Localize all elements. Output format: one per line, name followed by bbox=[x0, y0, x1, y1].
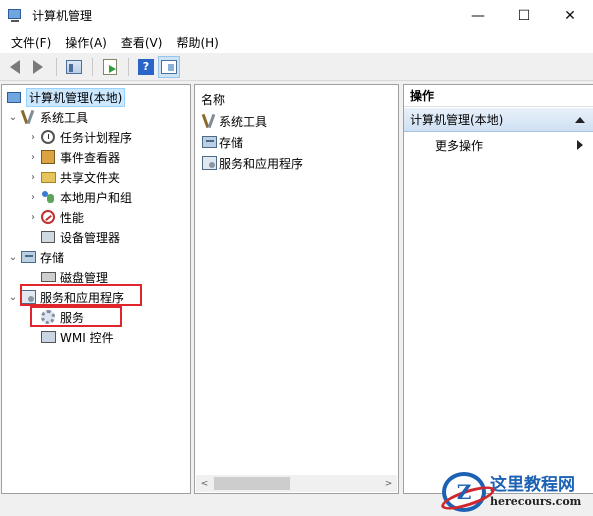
scroll-left-button[interactable]: < bbox=[196, 479, 213, 489]
list-item[interactable]: 服务和应用程序 bbox=[201, 153, 303, 173]
disk-icon bbox=[40, 269, 56, 285]
highlight-box-services-apps bbox=[20, 284, 142, 306]
watermark-url: herecours.com bbox=[490, 495, 582, 508]
tree-root-label: 计算机管理(本地) bbox=[26, 87, 126, 107]
export-icon bbox=[103, 58, 117, 75]
menu-bar: 文件(F) 操作(A) 查看(V) 帮助(H) bbox=[0, 31, 593, 53]
actions-section-label: 计算机管理(本地) bbox=[410, 113, 504, 127]
folder-icon bbox=[40, 169, 56, 185]
console-tree-pane[interactable]: 计算机管理(本地) ⌄ 系统工具 › 任务计划程序 › 事件查看器 › 共享文件… bbox=[1, 84, 191, 494]
tree-item-label: 系统工具 bbox=[40, 110, 89, 125]
tree-item-label: 共享文件夹 bbox=[60, 170, 121, 185]
horizontal-scrollbar[interactable]: < > bbox=[196, 475, 397, 492]
expand-chevron-icon[interactable]: › bbox=[26, 192, 40, 203]
tree-item-system-tools[interactable]: ⌄ 系统工具 bbox=[6, 107, 88, 127]
show-action-pane-button[interactable] bbox=[158, 55, 180, 78]
tree-item-device-manager[interactable]: 设备管理器 bbox=[26, 227, 120, 247]
list-item-label: 系统工具 bbox=[219, 114, 268, 129]
collapse-chevron-icon[interactable]: ⌄ bbox=[6, 252, 20, 263]
submenu-arrow-icon[interactable] bbox=[577, 140, 583, 150]
minimize-button[interactable]: — bbox=[455, 0, 501, 31]
tree-item-task-scheduler[interactable]: › 任务计划程序 bbox=[26, 127, 132, 147]
watermark: Z 这里教程网 herecours.com bbox=[442, 470, 592, 514]
content-list-pane[interactable]: 名称 系统工具 存储 服务和应用程序 < > bbox=[194, 84, 399, 494]
device-icon bbox=[40, 229, 56, 245]
expand-chevron-icon[interactable]: › bbox=[26, 212, 40, 223]
list-item[interactable]: 系统工具 bbox=[201, 111, 267, 131]
collapse-chevron-icon[interactable]: ⌄ bbox=[6, 112, 20, 123]
close-button[interactable]: ✕ bbox=[547, 0, 593, 31]
maximize-button[interactable]: ☐ bbox=[501, 0, 547, 31]
storage-icon bbox=[201, 134, 217, 150]
help-button[interactable]: ? bbox=[135, 56, 157, 78]
toolbar-separator bbox=[56, 57, 57, 76]
list-item[interactable]: 存储 bbox=[201, 132, 243, 152]
tree-item-label: 磁盘管理 bbox=[60, 270, 109, 285]
watermark-logo: Z bbox=[442, 472, 486, 512]
list-item-label: 服务和应用程序 bbox=[219, 156, 304, 171]
wmi-icon bbox=[40, 329, 56, 345]
forward-button[interactable] bbox=[27, 56, 49, 78]
tree-item-local-users[interactable]: › 本地用户和组 bbox=[26, 187, 132, 207]
event-icon bbox=[40, 149, 56, 165]
scroll-right-button[interactable]: > bbox=[380, 479, 397, 489]
console-tree-icon bbox=[66, 59, 82, 74]
collapse-chevron-icon[interactable]: ⌄ bbox=[6, 292, 20, 303]
menu-file[interactable]: 文件(F) bbox=[4, 34, 58, 51]
toolbar-separator bbox=[128, 57, 129, 76]
watermark-logo-letter: Z bbox=[456, 480, 472, 504]
show-hide-tree-button[interactable] bbox=[63, 56, 85, 78]
actions-header: 操作 bbox=[404, 85, 593, 107]
tree-item-storage[interactable]: ⌄ 存储 bbox=[6, 247, 64, 267]
actions-pane: 操作 计算机管理(本地) 更多操作 bbox=[403, 84, 593, 494]
tree-item-label: 设备管理器 bbox=[60, 230, 121, 245]
tree-item-performance[interactable]: › 性能 bbox=[26, 207, 84, 227]
toolbar: ? bbox=[0, 53, 593, 81]
menu-view[interactable]: 查看(V) bbox=[114, 34, 170, 51]
list-item-label: 存储 bbox=[219, 135, 244, 150]
computer-management-icon bbox=[8, 8, 24, 23]
action-pane-icon bbox=[161, 59, 177, 74]
title-bar: 计算机管理 — ☐ ✕ bbox=[0, 0, 593, 31]
export-list-button[interactable] bbox=[99, 56, 121, 78]
watermark-name: 这里教程网 bbox=[490, 475, 575, 495]
more-actions-item[interactable]: 更多操作 bbox=[435, 137, 483, 154]
help-icon: ? bbox=[138, 58, 154, 75]
tree-item-label: 性能 bbox=[60, 210, 85, 225]
highlight-box-services bbox=[30, 306, 122, 327]
scroll-thumb[interactable] bbox=[214, 477, 290, 490]
tools-icon bbox=[201, 113, 217, 129]
toolbar-separator bbox=[92, 57, 93, 76]
menu-help[interactable]: 帮助(H) bbox=[169, 34, 225, 51]
tree-item-shared-folders[interactable]: › 共享文件夹 bbox=[26, 167, 120, 187]
menu-action[interactable]: 操作(A) bbox=[58, 34, 114, 51]
users-icon bbox=[40, 189, 56, 205]
computer-icon bbox=[6, 89, 22, 105]
services-apps-icon bbox=[201, 155, 217, 171]
back-button[interactable] bbox=[4, 56, 26, 78]
tree-item-label: 存储 bbox=[40, 250, 65, 265]
tree-item-event-viewer[interactable]: › 事件查看器 bbox=[26, 147, 120, 167]
tree-item-label: 事件查看器 bbox=[60, 150, 121, 165]
collapse-up-icon[interactable] bbox=[575, 117, 585, 123]
column-header-name[interactable]: 名称 bbox=[201, 91, 225, 108]
tree-item-label: 本地用户和组 bbox=[60, 190, 133, 205]
tree-item-label: WMI 控件 bbox=[60, 330, 114, 345]
tree-root[interactable]: 计算机管理(本地) bbox=[6, 87, 126, 107]
actions-section-computer-management[interactable]: 计算机管理(本地) bbox=[404, 108, 593, 132]
window-title: 计算机管理 bbox=[32, 9, 93, 23]
back-arrow-icon bbox=[10, 59, 20, 74]
expand-chevron-icon[interactable]: › bbox=[26, 152, 40, 163]
expand-chevron-icon[interactable]: › bbox=[26, 172, 40, 183]
tree-item-wmi[interactable]: WMI 控件 bbox=[26, 327, 114, 347]
expand-chevron-icon[interactable]: › bbox=[26, 132, 40, 143]
tree-item-label: 任务计划程序 bbox=[60, 130, 133, 145]
forward-arrow-icon bbox=[33, 59, 43, 74]
storage-icon bbox=[20, 249, 36, 265]
clock-icon bbox=[40, 129, 56, 145]
tools-icon bbox=[20, 109, 36, 125]
performance-icon bbox=[40, 209, 56, 225]
